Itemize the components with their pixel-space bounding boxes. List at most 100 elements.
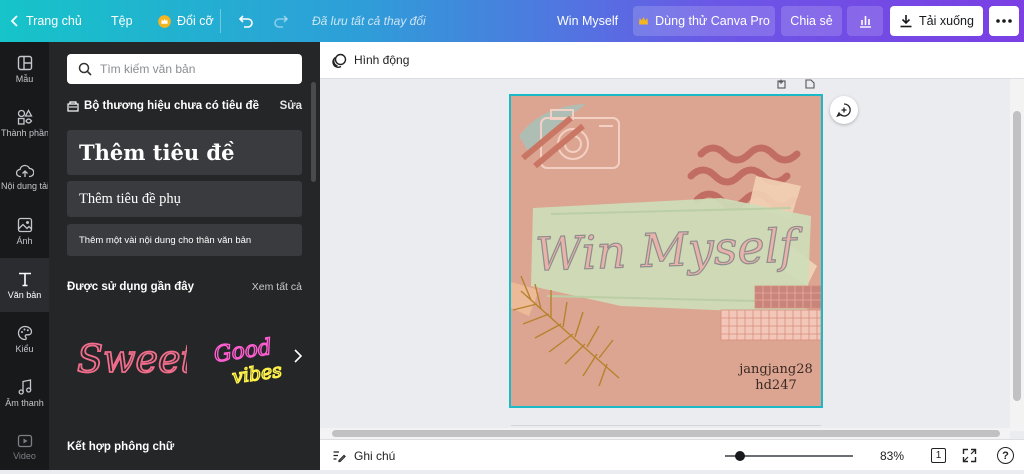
design-title[interactable]: Win Myself [557, 0, 618, 42]
add-heading-button[interactable]: Thêm tiêu đề [67, 130, 302, 175]
undo-icon [238, 15, 253, 28]
search-box[interactable] [67, 54, 302, 84]
chevron-right-icon [294, 349, 303, 363]
notes-button[interactable]: Ghi chú [332, 440, 395, 471]
good-vibes-preview: Good vibes [212, 334, 284, 389]
add-comment-button[interactable] [830, 96, 858, 124]
recent-item-good-vibes[interactable]: Good vibes [202, 324, 297, 394]
download-label: Tải xuống [919, 14, 974, 28]
resize-label: Đổi cỡ [177, 14, 214, 28]
home-button[interactable]: Trang chủ [10, 0, 82, 42]
insights-button[interactable] [847, 6, 883, 36]
brand-kit-row: Bộ thương hiệu chưa có tiêu đề Sửa [67, 100, 302, 112]
text-icon [18, 272, 31, 286]
redo-button[interactable] [273, 0, 289, 42]
upload-icon [15, 164, 34, 177]
recent-next-button[interactable] [293, 348, 307, 368]
divider [220, 9, 221, 33]
music-note-icon [18, 378, 31, 395]
download-icon [900, 15, 912, 28]
file-label: Tệp [111, 14, 133, 28]
duplicate-page-button[interactable] [777, 76, 789, 94]
edit-brand-kit-link[interactable]: Sửa [280, 100, 302, 112]
see-all-link[interactable]: Xem tất cả [252, 281, 302, 293]
search-input[interactable] [100, 62, 290, 76]
horizontal-scrollbar[interactable] [320, 428, 1010, 439]
rail-item-photos[interactable]: Ảnh [0, 204, 49, 258]
home-label: Trang chủ [26, 14, 82, 28]
horizontal-scroll-thumb[interactable] [332, 430, 1000, 437]
resize-button[interactable]: Đổi cỡ [158, 0, 214, 42]
recent-section-header: Được sử dụng gần đây Xem tất cả [67, 281, 302, 293]
add-page-button[interactable] [804, 76, 816, 94]
design-artwork: Win Myself jangjang28 hd247 [511, 104, 821, 393]
editor-toolbar: Hình động [320, 42, 1024, 79]
animate-icon [332, 53, 347, 68]
crown-icon [639, 17, 649, 25]
comment-icon [836, 103, 851, 118]
rail-item-audio[interactable]: Âm thanh [0, 366, 49, 420]
more-menu-button[interactable] [989, 6, 1019, 36]
page-count-button[interactable]: 1 [931, 448, 946, 463]
template-icon [17, 55, 32, 70]
notes-icon [333, 450, 346, 462]
zoom-level[interactable]: 83% [880, 440, 904, 471]
animate-button[interactable]: Hình động [332, 53, 409, 68]
rail-item-templates[interactable]: Mẫu [0, 42, 49, 96]
rail-item-text[interactable]: Văn bản [0, 258, 49, 312]
add-subheading-button[interactable]: Thêm tiêu đề phụ [67, 181, 302, 217]
rail-label: Mẫu [15, 73, 34, 84]
more-dots-icon [996, 19, 1012, 23]
rail-item-video[interactable]: Video [0, 420, 49, 474]
share-button[interactable]: Chia sẻ [781, 6, 842, 36]
top-bar: Trang chủ Tệp Đổi cỡ Đã lưu tất cả thay … [0, 0, 1024, 42]
rail-item-elements[interactable]: Thành phần [0, 96, 49, 150]
chevron-left-icon [10, 15, 18, 27]
vertical-scrollbar[interactable] [1010, 79, 1024, 431]
side-navigation: Mẫu Thành phần Nội dung tải lên Ảnh Văn … [0, 42, 49, 470]
brand-kit-label: Bộ thương hiệu chưa có tiêu đề [84, 100, 259, 112]
duplicate-icon [777, 79, 786, 89]
try-pro-button[interactable]: Dùng thử Canva Pro [633, 6, 775, 36]
bottom-bar: Ghi chú 83% 1 ? [320, 439, 1024, 470]
redo-icon [274, 15, 289, 28]
animate-label: Hình động [354, 53, 410, 67]
help-button[interactable]: ? [997, 447, 1014, 464]
file-menu[interactable]: Tệp [111, 0, 133, 42]
canvas-area: Hình động Win Myself jangjang28 hd247 Gh… [320, 42, 1024, 470]
rail-label: Văn bản [7, 289, 42, 300]
rail-item-uploads[interactable]: Nội dung tải lên [0, 150, 49, 204]
vertical-scroll-thumb[interactable] [1013, 111, 1021, 401]
try-pro-label: Dùng thử Canva Pro [655, 14, 770, 28]
search-icon [78, 62, 92, 76]
recent-item-sweet[interactable]: Sweet [67, 324, 197, 394]
fullscreen-button[interactable] [962, 448, 977, 466]
rail-label: Âm thanh [5, 397, 44, 408]
undo-button[interactable] [238, 0, 254, 42]
photo-icon [17, 217, 32, 232]
page-separator [511, 425, 821, 426]
panel-scrollbar[interactable] [311, 82, 316, 182]
design-title-text: Win Myself [557, 14, 619, 28]
rail-item-styles[interactable]: Kiểu [0, 312, 49, 366]
recent-title: Được sử dụng gần đây [67, 281, 195, 293]
add-page-icon [805, 79, 815, 89]
page-count: 1 [935, 450, 942, 461]
add-body-text-button[interactable]: Thêm một vài nội dung cho thân văn bản [67, 224, 302, 256]
zoom-slider-knob[interactable] [735, 451, 746, 461]
share-label: Chia sẻ [790, 14, 833, 28]
save-status-text: Đã lưu tất cả thay đổi [312, 14, 426, 28]
video-icon [17, 434, 32, 447]
sweet-text: Sweet [77, 337, 187, 381]
author-line-2: hd247 [755, 378, 797, 393]
zoom-slider[interactable] [725, 451, 853, 461]
add-subheading-label: Thêm tiêu đề phụ [79, 190, 181, 207]
design-page[interactable]: Win Myself jangjang28 hd247 [509, 94, 823, 408]
zoom-value: 83% [880, 448, 905, 463]
brand-kit-icon [67, 101, 79, 112]
font-combos-header: Kết hợp phông chữ [67, 441, 302, 453]
expand-icon [962, 448, 977, 463]
add-heading-label: Thêm tiêu đề [79, 140, 235, 165]
text-panel: Bộ thương hiệu chưa có tiêu đề Sửa Thêm … [49, 42, 320, 470]
download-button[interactable]: Tải xuống [890, 6, 983, 36]
